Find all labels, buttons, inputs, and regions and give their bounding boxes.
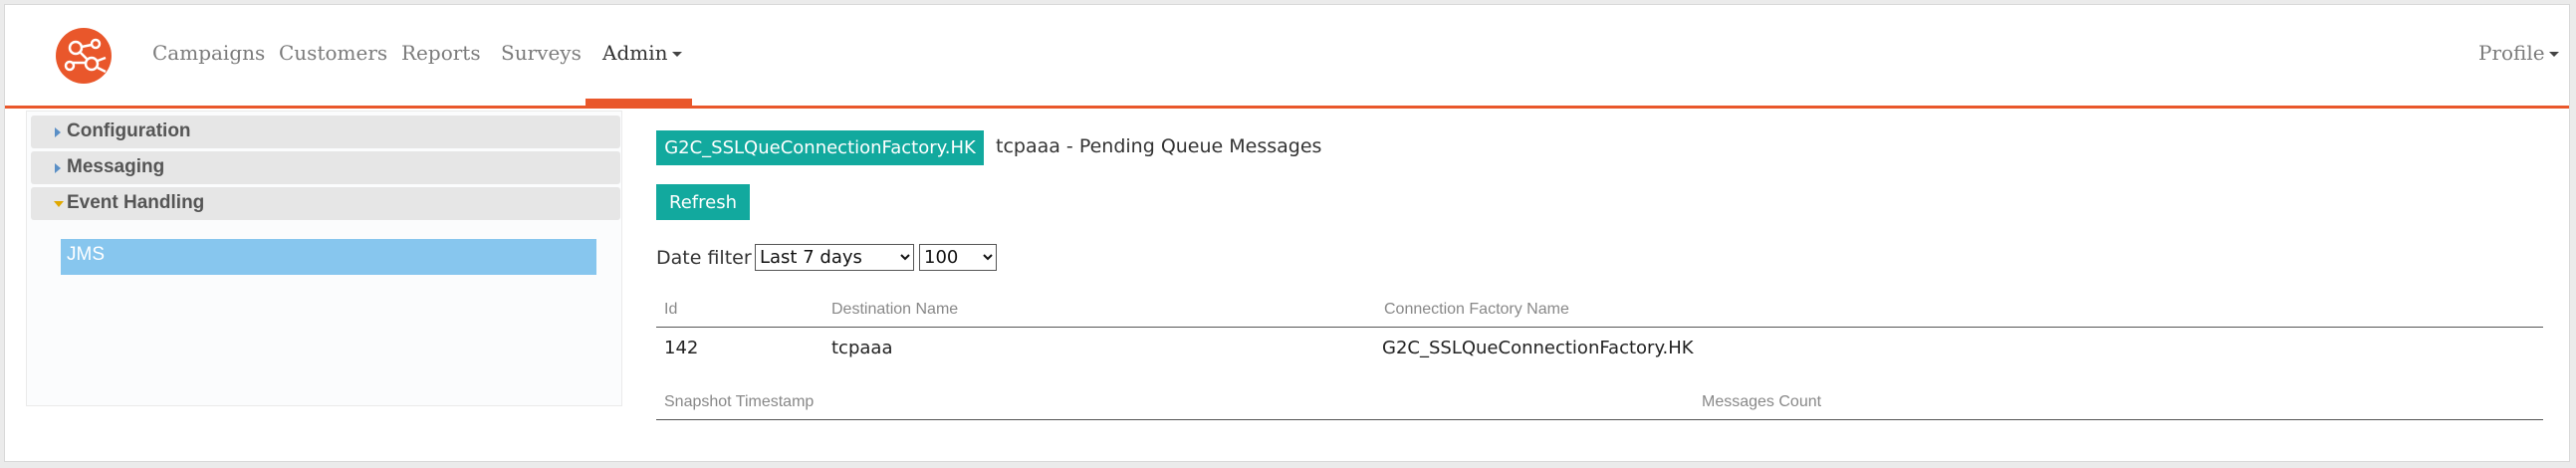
sidebar: Configuration Messaging Event Handling J… — [26, 111, 622, 406]
sidebar-section-label: Messaging — [67, 156, 165, 177]
column-header-snapshot-timestamp: Snapshot Timestamp — [664, 393, 815, 410]
column-header-connection-factory: Connection Factory Name — [1384, 301, 1569, 318]
caret-right-icon — [55, 163, 61, 173]
column-header-destination: Destination Name — [831, 301, 959, 318]
app-logo-icon[interactable] — [56, 28, 112, 84]
nav-campaigns[interactable]: Campaigns — [152, 41, 265, 65]
profile-menu[interactable]: Profile — [2478, 41, 2559, 65]
sidebar-item-jms[interactable]: JMS — [61, 239, 596, 275]
nav-customers[interactable]: Customers — [279, 41, 387, 65]
connection-factory-badge[interactable]: G2C_SSLQueConnectionFactory.HK — [656, 130, 984, 165]
app-window: Campaigns Customers Reports Surveys Admi… — [4, 4, 2570, 462]
profile-label: Profile — [2478, 41, 2545, 65]
nav-admin[interactable]: Admin — [602, 41, 682, 65]
column-header-messages-count: Messages Count — [1702, 393, 1822, 410]
chevron-down-icon — [671, 52, 682, 57]
caret-down-icon — [54, 201, 64, 207]
sidebar-section-messaging[interactable]: Messaging — [31, 151, 620, 184]
table-header-divider — [656, 419, 2543, 420]
sidebar-section-label: Event Handling — [67, 192, 205, 213]
top-navbar: Campaigns Customers Reports Surveys Admi… — [5, 5, 2569, 109]
nav-surveys[interactable]: Surveys — [501, 41, 582, 65]
sidebar-section-configuration[interactable]: Configuration — [31, 116, 620, 148]
column-header-id: Id — [664, 301, 678, 318]
page-title: tcpaaa - Pending Queue Messages — [996, 135, 1322, 157]
count-select[interactable]: 100 — [919, 244, 997, 271]
table-header-divider — [656, 327, 2543, 328]
cell-connection-factory: G2C_SSLQueConnectionFactory.HK — [1382, 338, 1694, 358]
date-filter-label: Date filter — [656, 247, 752, 269]
refresh-button[interactable]: Refresh — [656, 184, 750, 220]
caret-right-icon — [55, 127, 61, 137]
nav-reports[interactable]: Reports — [401, 41, 481, 65]
sidebar-section-event-handling[interactable]: Event Handling — [31, 187, 620, 220]
cell-id: 142 — [664, 338, 699, 358]
chevron-down-icon — [2548, 52, 2559, 57]
sidebar-section-label: Configuration — [67, 120, 191, 141]
date-filter-select[interactable]: Last 7 days — [755, 244, 914, 271]
cell-destination: tcpaaa — [831, 338, 893, 358]
nav-admin-label: Admin — [602, 41, 668, 65]
nav-active-indicator — [585, 99, 692, 106]
